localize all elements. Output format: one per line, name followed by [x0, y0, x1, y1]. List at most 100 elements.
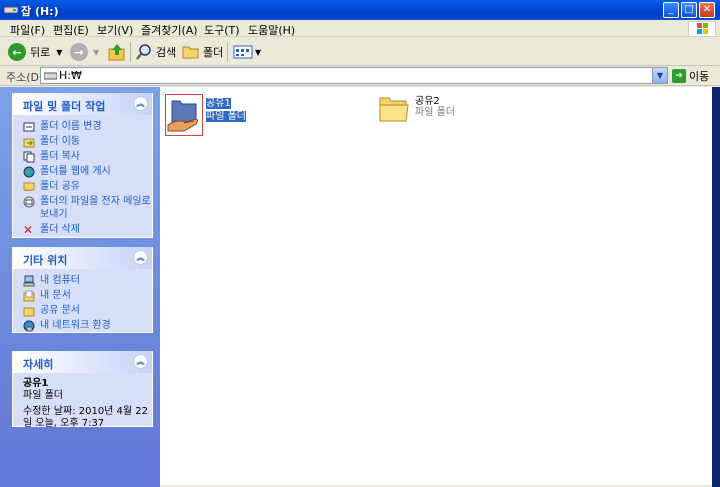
place-my-computer[interactable]: 내 컴퓨터 — [23, 274, 152, 287]
folder-type: 파일 폴더 — [206, 111, 246, 122]
search-label: 검색 — [156, 46, 177, 59]
folders-button[interactable]: 폴더 — [182, 41, 223, 63]
other-places-panel: 기타 위치 ︽ 내 컴퓨터 내 문서 공유 문서 내 네트워크 환경 — [12, 247, 153, 333]
window-title: 잡 (H:) — [21, 5, 59, 18]
title-bar[interactable]: 잡 (H:) _ □ ✕ — [0, 0, 720, 20]
address-label: 주소(D) — [6, 71, 44, 84]
back-label: 뒤로 — [30, 46, 51, 59]
menu-edit[interactable]: 편집(E) — [53, 22, 89, 38]
place-my-documents[interactable]: 내 문서 — [23, 289, 152, 302]
address-dropdown-icon[interactable]: ▼ — [652, 68, 667, 83]
email-icon — [23, 196, 35, 208]
share-folder-icon — [23, 182, 35, 191]
place-my-network[interactable]: 내 네트워크 환경 — [23, 319, 152, 332]
place-label: 내 네트워크 환경 — [40, 320, 111, 331]
search-icon — [136, 44, 151, 60]
move-folder-icon — [23, 138, 35, 148]
window-edge — [712, 87, 720, 487]
task-share-folder[interactable]: 폴더 공유 — [23, 180, 152, 193]
folder-icon — [379, 97, 409, 122]
copy-icon — [23, 151, 35, 163]
folder-item[interactable]: 공유2 파일 폴더 — [378, 94, 455, 124]
toolbar: ← 뒤로 ▼ → ▼ 검색 폴더 ▼ — [0, 37, 720, 66]
explorer-window: 잡 (H:) _ □ ✕ 파일(F) 편집(E) 보기(V) 즐겨찾기(A) 도… — [0, 0, 720, 487]
network-icon — [23, 320, 35, 332]
folder-item[interactable]: 공유1 파일 폴더 — [165, 94, 246, 136]
place-label: 내 문서 — [40, 290, 71, 301]
task-label: 폴더 삭제 — [40, 224, 80, 235]
drive-icon — [44, 72, 57, 80]
task-email-folder[interactable]: 폴더의 파일을 전자 메일로 보내기 — [23, 195, 152, 221]
other-places-title: 기타 위치 — [23, 254, 68, 267]
folder-name: 공유2 — [415, 96, 440, 107]
shared-folder-icon — [167, 100, 198, 132]
views-icon — [233, 45, 253, 59]
task-label: 폴더 이름 변경 — [40, 121, 102, 132]
task-pane: 파일 및 폴더 작업 ︽ 폴더 이름 변경 폴더 이동 폴더 복사 폴더를 웹에… — [0, 87, 160, 487]
views-button[interactable]: ▼ — [233, 41, 261, 63]
minimize-button[interactable]: _ — [663, 2, 679, 18]
folders-icon — [182, 46, 199, 59]
go-label: 이동 — [689, 70, 710, 83]
delete-x-icon: ✕ — [23, 223, 34, 237]
folder-icon-selected — [165, 94, 203, 136]
folder-name: 공유1 — [206, 98, 231, 109]
up-folder-icon — [108, 44, 125, 61]
forward-dropdown-icon: ▼ — [93, 47, 100, 57]
details-header[interactable]: 자세히 ︽ — [13, 351, 152, 373]
menu-help[interactable]: 도움말(H) — [248, 22, 295, 38]
address-bar: 주소(D) H:₩ ▼ ➔ 이동 — [0, 66, 720, 86]
windows-logo-icon — [688, 21, 716, 37]
details-name: 공유1 — [23, 378, 49, 389]
address-input[interactable]: H:₩ ▼ — [40, 67, 668, 84]
go-button[interactable]: ➔ 이동 — [672, 68, 709, 84]
task-label: 폴더 복사 — [40, 151, 80, 162]
up-folder-button[interactable] — [107, 41, 127, 63]
place-shared-documents[interactable]: 공유 문서 — [23, 304, 152, 317]
task-copy-folder[interactable]: 폴더 복사 — [23, 150, 152, 163]
rename-icon — [23, 122, 35, 132]
details-type: 파일 폴더 — [23, 390, 63, 401]
collapse-chevron-icon[interactable]: ︽ — [133, 250, 148, 265]
toolbar-separator — [130, 42, 131, 62]
go-arrow-icon: ➔ — [672, 69, 686, 83]
back-dropdown-icon: ▼ — [56, 47, 63, 57]
my-documents-icon — [23, 290, 35, 302]
task-publish-web[interactable]: 폴더를 웹에 게시 — [23, 165, 152, 178]
folder-type: 파일 폴더 — [415, 107, 455, 118]
task-label: 폴더를 웹에 게시 — [40, 166, 111, 177]
menu-tools[interactable]: 도구(T) — [204, 22, 240, 38]
task-label: 폴더 이동 — [40, 136, 80, 147]
collapse-chevron-icon[interactable]: ︽ — [133, 354, 148, 369]
search-button[interactable]: 검색 — [135, 41, 176, 63]
views-dropdown-icon: ▼ — [255, 47, 262, 57]
file-tasks-panel: 파일 및 폴더 작업 ︽ 폴더 이름 변경 폴더 이동 폴더 복사 폴더를 웹에… — [12, 93, 153, 238]
task-delete-folder[interactable]: ✕ 폴더 삭제 — [23, 223, 152, 236]
forward-arrow-icon: → — [70, 43, 88, 61]
file-view[interactable]: 공유1 파일 폴더 공유2 파일 폴더 — [160, 87, 712, 485]
globe-icon — [23, 166, 35, 178]
task-move-folder[interactable]: 폴더 이동 — [23, 135, 152, 148]
close-button[interactable]: ✕ — [699, 2, 715, 18]
place-label: 내 컴퓨터 — [40, 275, 80, 286]
collapse-chevron-icon[interactable]: ︽ — [133, 96, 148, 111]
file-tasks-header[interactable]: 파일 및 폴더 작업 ︽ — [13, 93, 152, 115]
task-label: 폴더 공유 — [40, 181, 80, 192]
task-rename-folder[interactable]: 폴더 이름 변경 — [23, 120, 152, 133]
other-places-header[interactable]: 기타 위치 ︽ — [13, 247, 152, 269]
place-label: 공유 문서 — [40, 305, 80, 316]
file-tasks-title: 파일 및 폴더 작업 — [23, 100, 106, 113]
details-modified: 수정한 날짜: 2010년 4월 22일 오늘, 오후 7:37 — [23, 406, 149, 429]
menu-favorites[interactable]: 즐겨찾기(A) — [141, 22, 198, 38]
forward-button[interactable]: → ▼ — [70, 41, 99, 63]
drive-icon — [4, 6, 18, 14]
address-value: H:₩ — [59, 69, 82, 82]
shared-documents-icon — [23, 307, 35, 317]
menu-file[interactable]: 파일(F) — [10, 22, 45, 38]
back-button[interactable]: ← 뒤로 ▼ — [8, 41, 62, 63]
menu-bar: 파일(F) 편집(E) 보기(V) 즐겨찾기(A) 도구(T) 도움말(H) — [0, 20, 720, 37]
maximize-button[interactable]: □ — [681, 2, 697, 18]
details-title: 자세히 — [23, 358, 54, 371]
my-computer-icon — [23, 275, 35, 287]
menu-view[interactable]: 보기(V) — [97, 22, 133, 38]
